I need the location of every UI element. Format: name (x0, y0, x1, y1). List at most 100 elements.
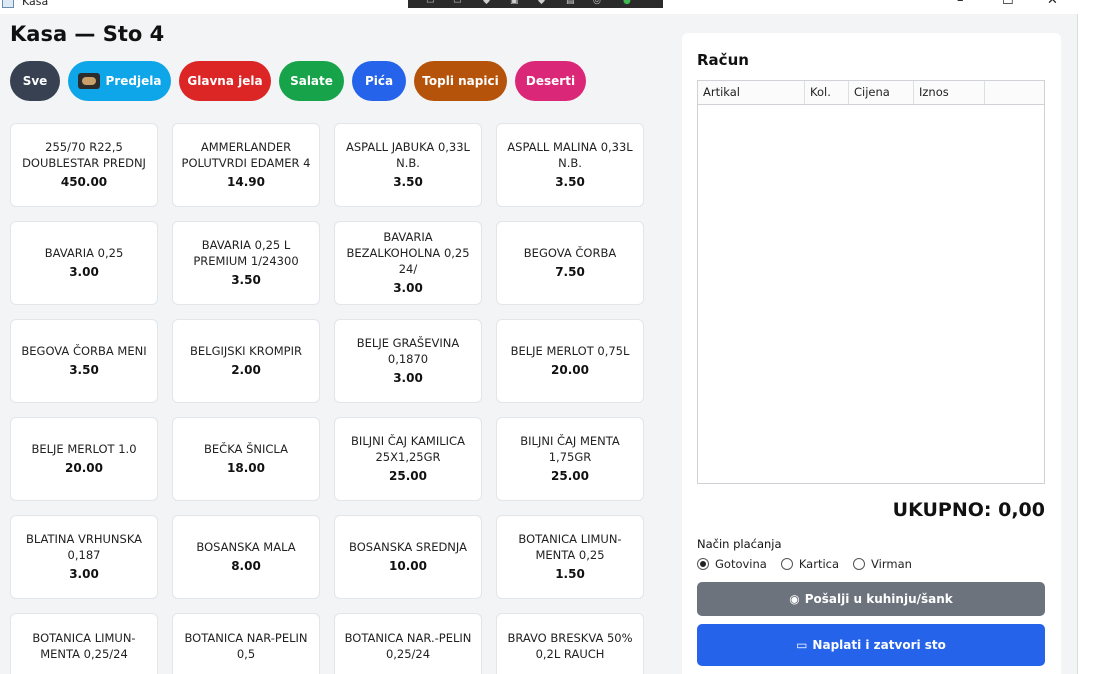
column-header-artikal[interactable]: Artikal (698, 81, 805, 104)
product-name: BRAVO BRESKVA 50% 0,2L RAUCH (507, 631, 633, 661)
product-card[interactable]: BAVARIA 0,25 3.00 (10, 221, 158, 305)
product-card[interactable]: BRAVO BRESKVA 50% 0,2L RAUCH (496, 613, 644, 674)
product-card[interactable]: BELJE MERLOT 1.0 20.00 (10, 417, 158, 501)
product-card[interactable]: BOTANICA LIMUN-MENTA 0,25/24 (10, 613, 158, 674)
product-price: 3.50 (393, 175, 423, 189)
product-name: BEGOVA ČORBA MENI (21, 344, 147, 358)
app-icon (2, 0, 14, 8)
payment-method-group: Gotovina Kartica Virman (697, 556, 926, 572)
product-card[interactable]: BILJNI ČAJ KAMILICA 25X1,25GR 25.00 (334, 417, 482, 501)
category-button-deserti[interactable]: Deserti (515, 61, 586, 101)
toolbar-icon: ● (623, 0, 631, 6)
page-title: Kasa — Sto 4 (10, 22, 165, 46)
toolbar-icon: ◎ (593, 0, 601, 6)
product-card[interactable]: BEČKA ŠNICLA 18.00 (172, 417, 320, 501)
radio-selected-icon[interactable] (697, 558, 709, 570)
product-price: 3.00 (393, 281, 423, 295)
product-name: BAVARIA 0,25 (44, 246, 124, 260)
maximize-icon[interactable]: ☐ (1002, 0, 1014, 8)
product-name: BILJNI ČAJ KAMILICA 25X1,25GR (351, 434, 465, 464)
payment-option-gotovina[interactable]: Gotovina (697, 557, 767, 571)
product-card[interactable]: BOTANICA NAR-PELIN 0,5 (172, 613, 320, 674)
category-button-sve[interactable]: Sve (10, 61, 60, 101)
category-label: Predjela (105, 74, 162, 88)
product-name: BELGIJSKI KROMPIR (190, 344, 302, 358)
receipt-table-header: Artikal Kol. Cijena Iznos (698, 81, 1044, 105)
product-card[interactable]: BOSANSKA SREDNJA 10.00 (334, 515, 482, 599)
pay-and-close-label: Naplati i zatvori sto (812, 638, 946, 652)
product-name: BELJE MERLOT 1.0 (31, 442, 137, 456)
category-button-salate[interactable]: Salate (279, 61, 344, 101)
product-price: 2.00 (231, 363, 261, 377)
toolbar-icon: ◆ (483, 0, 490, 6)
payment-method-label: Način plaćanja (697, 537, 782, 551)
product-price: 8.00 (231, 559, 261, 573)
toolbar-icon: ▭ (426, 0, 435, 6)
product-card[interactable]: BOTANICA LIMUN-MENTA 0,25 1.50 (496, 515, 644, 599)
payment-option-kartica[interactable]: Kartica (780, 557, 840, 571)
category-button-topli-napici[interactable]: Topli napici (414, 61, 507, 101)
category-label: Topli napici (422, 74, 499, 88)
close-icon[interactable]: ✕ (1047, 0, 1058, 8)
product-name: BOTANICA LIMUN-MENTA 0,25/24 (32, 631, 136, 661)
product-card[interactable]: BELJE MERLOT 0,75L 20.00 (496, 319, 644, 403)
product-card[interactable]: ASPALL JABUKA 0,33L N.B. 3.50 (334, 123, 482, 207)
product-price: 25.00 (389, 469, 427, 483)
radio-icon[interactable] (780, 558, 793, 570)
product-price: 3.00 (69, 265, 99, 279)
product-card[interactable]: BEGOVA ČORBA MENI 3.50 (10, 319, 158, 403)
product-price: 20.00 (551, 363, 589, 377)
product-price: 20.00 (65, 461, 103, 475)
product-price: 25.00 (551, 469, 589, 483)
product-card[interactable]: BLATINA VRHUNSKA 0,187 3.00 (10, 515, 158, 599)
product-name: AMMERLANDER POLUTVRDI EDAMER 4 (181, 140, 311, 170)
product-name: 255/70 R22,5 DOUBLESTAR PREDNJ (22, 140, 146, 170)
product-card[interactable]: 255/70 R22,5 DOUBLESTAR PREDNJ 450.00 (10, 123, 158, 207)
radio-icon[interactable] (853, 558, 866, 570)
product-name: BOSANSKA MALA (196, 540, 296, 554)
product-price: 3.50 (69, 363, 99, 377)
category-label: Salate (290, 74, 333, 88)
product-price: 1.50 (555, 567, 585, 581)
product-name: BAVARIA 0,25 L PREMIUM 1/24300 (193, 238, 299, 268)
product-price: 450.00 (60, 175, 108, 189)
product-name: BELJE MERLOT 0,75L (510, 344, 630, 358)
pay-and-close-button[interactable]: ▭ Naplati i zatvori sto (697, 624, 1045, 666)
product-card[interactable]: AMMERLANDER POLUTVRDI EDAMER 4 14.90 (172, 123, 320, 207)
payment-option-virman[interactable]: Virman (853, 557, 912, 571)
product-card[interactable]: BELJE GRAŠEVINA 0,1870 3.00 (334, 319, 482, 403)
product-name: BEČKA ŠNICLA (204, 442, 288, 456)
toolbar-icon: ▤ (566, 0, 575, 6)
product-card[interactable]: BOTANICA NAR.-PELIN 0,25/24 (334, 613, 482, 674)
minimize-icon[interactable]: – (957, 0, 964, 8)
product-card[interactable]: ASPALL MALINA 0,33L N.B. 3.50 (496, 123, 644, 207)
toolbar-icon: ▣ (510, 0, 519, 6)
product-price: 10.00 (389, 559, 427, 573)
receipt-table[interactable]: Artikal Kol. Cijena Iznos (697, 80, 1045, 484)
product-card[interactable]: BELGIJSKI KROMPIR 2.00 (172, 319, 320, 403)
send-to-kitchen-label: Pošalji u kuhinju/šank (804, 592, 953, 606)
category-label: Glavna jela (187, 74, 263, 88)
toolbar-icon: ▭ (453, 0, 462, 6)
payment-option-label: Kartica (798, 557, 840, 571)
category-button-glavna-jela[interactable]: Glavna jela (179, 61, 271, 101)
column-header-iznos[interactable]: Iznos (914, 81, 985, 104)
category-button-pica[interactable]: Pića (352, 61, 406, 101)
category-button-predjela[interactable]: Predjela (68, 61, 171, 101)
chef-icon: ◉ (789, 592, 800, 606)
product-card[interactable]: BILJNI ČAJ MENTA 1,75GR 25.00 (496, 417, 644, 501)
product-name: BILJNI ČAJ MENTA 1,75GR (520, 434, 620, 464)
product-card[interactable]: BEGOVA ČORBA 7.50 (496, 221, 644, 305)
send-to-kitchen-button[interactable]: ◉ Pošalji u kuhinju/šank (697, 582, 1045, 616)
toolbar-icon: ◆ (538, 0, 545, 6)
payment-option-label: Virman (871, 557, 912, 571)
product-card[interactable]: BAVARIA BEZALKOHOLNA 0,25 24/3.00 (334, 221, 482, 305)
payment-option-label: Gotovina (715, 557, 767, 571)
column-header-cijena[interactable]: Cijena (849, 81, 914, 104)
product-name: ASPALL MALINA 0,33L N.B. (507, 140, 633, 170)
product-price: 18.00 (227, 461, 265, 475)
product-card[interactable]: BOSANSKA MALA 8.00 (172, 515, 320, 599)
window-title: Kasa (22, 0, 49, 8)
product-card[interactable]: BAVARIA 0,25 L PREMIUM 1/24300 3.50 (172, 221, 320, 305)
column-header-kol[interactable]: Kol. (805, 81, 849, 104)
